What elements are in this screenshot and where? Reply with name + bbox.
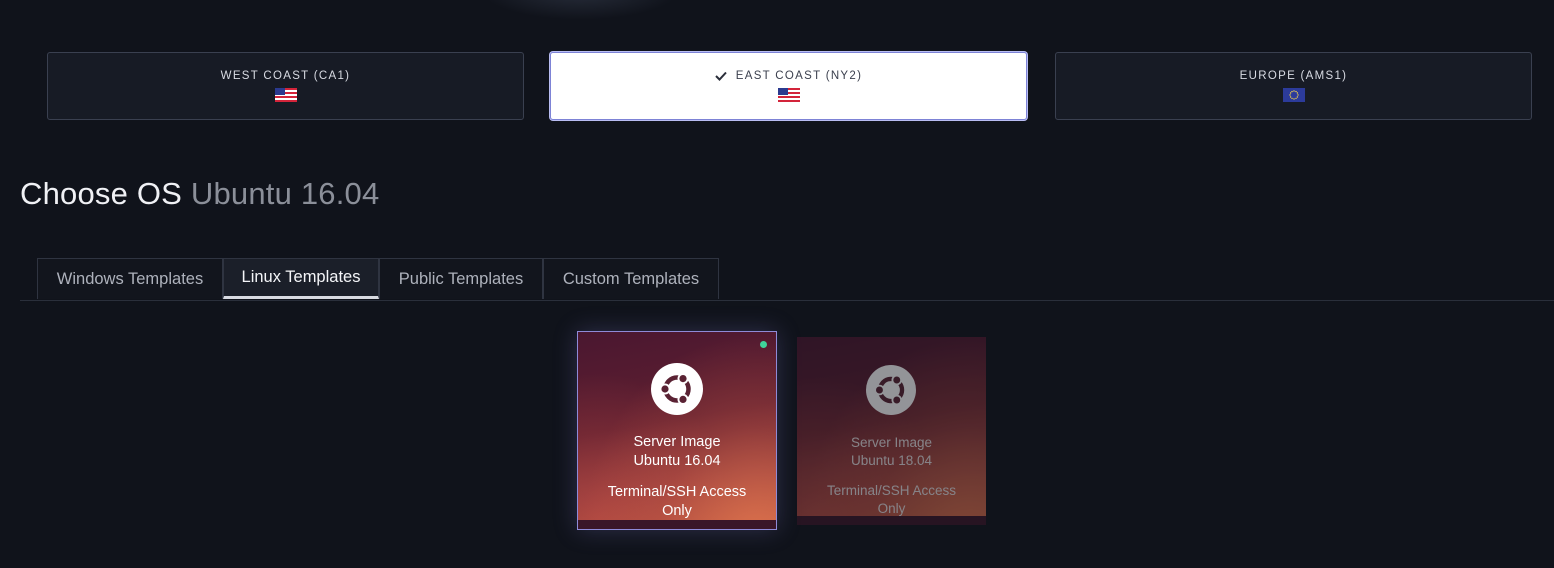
region-card-europe[interactable]: EUROPE (AMS1) (1055, 52, 1532, 120)
region-label: WEST COAST (CA1) (220, 70, 351, 82)
region-selector: WEST COAST (CA1) EAST COAST (NY2) EUROPE… (47, 52, 1534, 122)
template-card-ubuntu-16-04[interactable]: Server Image Ubuntu 16.04 Terminal/SSH A… (577, 331, 777, 530)
eu-flag-icon (1282, 88, 1305, 102)
tab-windows-templates[interactable]: Windows Templates (37, 258, 223, 299)
ubuntu-logo-icon (866, 365, 917, 415)
template-type: Server Image (850, 435, 933, 450)
page-title: Choose OS Ubuntu 16.04 (20, 176, 379, 212)
template-access: Terminal/SSH Access (607, 484, 747, 500)
selected-os-label: Ubuntu 16.04 (190, 176, 380, 211)
template-name: Ubuntu 16.04 (633, 453, 721, 469)
template-access: Terminal/SSH Access (826, 483, 957, 498)
status-indicator-dot (760, 341, 767, 348)
region-card-east-coast[interactable]: EAST COAST (NY2) (550, 52, 1027, 120)
card-footer-bar (578, 520, 776, 529)
us-flag-icon (274, 88, 297, 102)
region-label: EAST COAST (NY2) (735, 70, 863, 82)
template-tabs: Windows Templates Linux Templates Public… (20, 258, 1554, 301)
page-title-text: Choose OS (20, 176, 183, 211)
tab-custom-templates[interactable]: Custom Templates (543, 258, 719, 299)
check-icon (715, 71, 727, 81)
template-type: Server Image (633, 434, 721, 450)
tab-linux-templates[interactable]: Linux Templates (223, 258, 379, 299)
template-access-suffix: Only (877, 501, 906, 516)
region-label: EUROPE (AMS1) (1239, 70, 1348, 82)
template-card-ubuntu-18-04[interactable]: Server Image Ubuntu 18.04 Terminal/SSH A… (797, 337, 986, 525)
template-name: Ubuntu 18.04 (850, 453, 933, 468)
header-shadow (480, 0, 680, 20)
ubuntu-logo-icon (650, 363, 703, 415)
region-card-west-coast[interactable]: WEST COAST (CA1) (47, 52, 524, 120)
template-access-suffix: Only (662, 503, 692, 519)
tab-public-templates[interactable]: Public Templates (379, 258, 543, 299)
us-flag-icon (777, 88, 800, 102)
